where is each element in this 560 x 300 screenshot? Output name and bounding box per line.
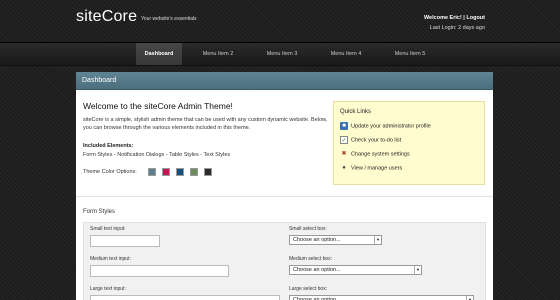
medium-select-label: Medium select box: — [289, 256, 333, 262]
quick-links-box: Quick Links ■ Update your administrator p… — [333, 101, 485, 185]
header: siteCore Your website's essentials Welco… — [0, 0, 560, 42]
large-text-input[interactable] — [90, 295, 280, 300]
last-login-text: Last Login: 2 days ago — [429, 25, 485, 31]
large-select-box[interactable]: Choose an option... ▼ — [289, 295, 474, 300]
profile-icon: ■ — [340, 122, 348, 130]
small-select-box[interactable]: Choose an option... ▼ — [289, 235, 382, 245]
quick-link-label: Update your administrator profile — [351, 123, 431, 130]
color-swatch-black[interactable] — [204, 168, 212, 176]
quick-links-title: Quick Links — [340, 109, 372, 115]
color-swatch-pink[interactable] — [162, 168, 170, 176]
form-styles-section: Form Styles Small text input: Medium tex… — [76, 196, 493, 300]
nav-item-menu-4[interactable]: Menu Item 4 — [316, 43, 376, 65]
quick-link-todo[interactable]: ✓ Check your to-do list — [340, 136, 401, 144]
user-links: Welcome Eric! | Logout Last Login: 2 day… — [424, 13, 485, 33]
quick-link-label: View / manage users — [351, 165, 403, 172]
included-elements-links[interactable]: Form Styles - Notification Dialogs - Tab… — [83, 152, 230, 158]
intro-text: siteCore is a simple, stylish admin them… — [83, 117, 328, 131]
small-select-label: Small select box: — [289, 226, 327, 232]
nav-item-menu-5[interactable]: Menu Item 5 — [380, 43, 440, 65]
form-styles-title: Form Styles — [83, 209, 116, 215]
nav-item-menu-2[interactable]: Menu Item 2 — [188, 43, 248, 65]
select-value: Choose an option... — [293, 267, 341, 273]
included-elements-title: Included Elements: — [83, 143, 134, 149]
panel-title: Dashboard — [76, 72, 493, 90]
welcome-logout-link[interactable]: Welcome Eric! | Logout — [424, 13, 485, 23]
quick-link-profile[interactable]: ■ Update your administrator profile — [340, 122, 431, 130]
small-text-input[interactable] — [90, 235, 160, 247]
users-icon: ● — [342, 165, 346, 171]
medium-select-box[interactable]: Choose an option... ▼ — [289, 265, 422, 275]
medium-text-input[interactable] — [90, 265, 229, 277]
quick-link-label: Check your to-do list — [351, 137, 402, 144]
large-text-label: Large text input: — [90, 286, 126, 292]
medium-text-label: Medium text input: — [90, 256, 131, 262]
site-logo[interactable]: siteCore — [76, 8, 137, 26]
large-select-label: Large select box: — [289, 286, 328, 292]
quick-link-users[interactable]: ● View / manage users — [340, 164, 402, 172]
settings-icon: ✖ — [341, 151, 347, 157]
dropdown-arrow-icon: ▼ — [466, 296, 473, 300]
form-box: Small text input: Medium text input: Lar… — [83, 222, 486, 300]
quick-link-label: Change system settings — [351, 151, 410, 158]
color-swatch-slate[interactable] — [148, 168, 156, 176]
select-value: Choose an option... — [293, 237, 341, 243]
dashboard-panel: Dashboard Welcome to the siteCore Admin … — [76, 72, 493, 300]
color-swatch-green[interactable] — [190, 168, 198, 176]
small-text-label: Small text input: — [90, 226, 126, 232]
welcome-title: Welcome to the siteCore Admin Theme! — [83, 101, 233, 111]
checklist-icon: ✓ — [340, 136, 348, 144]
main-nav: Dashboard Menu Item 2 Menu Item 3 Menu I… — [0, 42, 560, 66]
tagline: Your website's essentials — [141, 16, 197, 22]
nav-item-dashboard[interactable]: Dashboard — [136, 43, 182, 65]
theme-color-label: Theme Color Options: — [83, 169, 137, 175]
dropdown-arrow-icon: ▼ — [414, 266, 421, 274]
nav-item-menu-3[interactable]: Menu Item 3 — [252, 43, 312, 65]
dropdown-arrow-icon: ▼ — [374, 236, 381, 244]
color-swatch-blue[interactable] — [176, 168, 184, 176]
quick-link-settings[interactable]: ✖ Change system settings — [340, 150, 410, 158]
